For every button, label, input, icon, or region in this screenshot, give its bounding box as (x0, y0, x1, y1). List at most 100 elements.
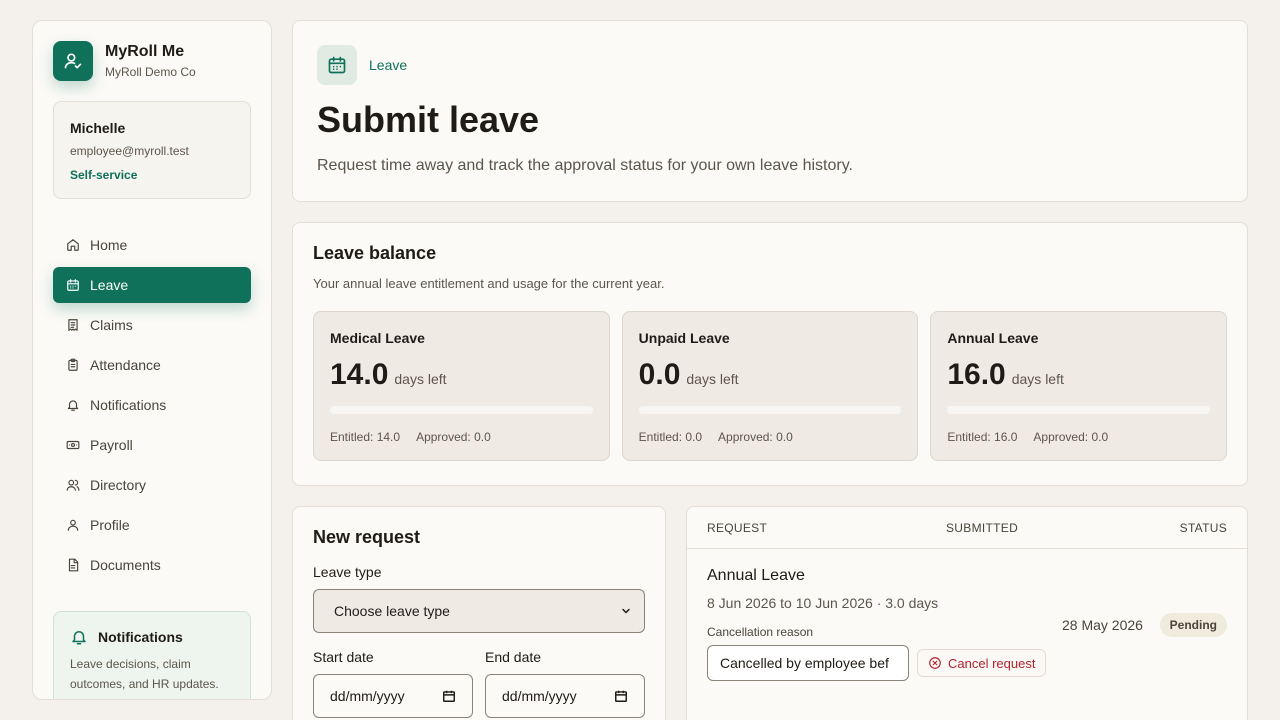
request-history-card: REQUEST SUBMITTED STATUS Annual Leave 8 … (686, 506, 1248, 720)
balance-approved: Approved: 0.0 (1033, 430, 1109, 444)
notifications-card: Notifications Leave decisions, claim out… (53, 611, 251, 699)
sidebar-item-label: Payroll (90, 437, 133, 453)
balance-unit: days left (394, 371, 447, 387)
table-row: Annual Leave 8 Jun 2026 to 10 Jun 2026 ·… (687, 549, 1247, 699)
balance-item: Unpaid Leave 0.0 days left Entitled: 0.0… (621, 311, 919, 461)
cancellation-reason-label: Cancellation reason (707, 625, 814, 639)
request-type: Annual Leave (707, 567, 805, 584)
column-submitted: SUBMITTED (946, 521, 1019, 535)
leave-type-select[interactable]: Choose leave type (313, 589, 645, 633)
section-title: Leave balance (313, 243, 437, 263)
sidebar-item-label: Notifications (90, 397, 167, 413)
balance-unit: days left (1011, 371, 1064, 387)
sidebar-item-label: Attendance (90, 357, 161, 373)
sidebar-item-label: Claims (90, 317, 133, 333)
page-title: Submit leave (317, 99, 540, 140)
document-icon (68, 558, 79, 572)
sidebar-item-attendance[interactable]: Attendance (53, 347, 251, 383)
sidebar-item-claims[interactable]: Claims (53, 307, 251, 343)
user-email: employee@myroll.test (70, 144, 189, 158)
receipt-icon (68, 319, 78, 331)
sidebar-item-label: Directory (90, 477, 147, 493)
table-header: REQUEST SUBMITTED STATUS (687, 507, 1247, 549)
breadcrumb: Leave (317, 45, 1223, 85)
end-date-label: End date (485, 649, 542, 665)
balance-value: 0.0 (638, 358, 681, 391)
calendar-icon (317, 45, 357, 85)
balance-list: Medical Leave 14.0 days left Entitled: 1… (313, 311, 1228, 461)
usage-bar (947, 406, 1211, 414)
start-date-label: Start date (313, 649, 374, 665)
calendar-icon (615, 690, 627, 702)
balance-value: 16.0 (947, 358, 1006, 391)
status-badge: Pending (1159, 613, 1227, 637)
user-name: Michelle (70, 120, 126, 136)
balance-entitled: Entitled: 14.0 (330, 430, 401, 444)
user-icon (67, 519, 79, 531)
balance-approved: Approved: 0.0 (416, 430, 491, 444)
start-date-input[interactable]: dd/mm/yyyy (313, 674, 473, 718)
date-placeholder: dd/mm/yyyy (330, 688, 405, 704)
column-request: REQUEST (707, 520, 768, 535)
notifications-card-text: Leave decisions, claim outcomes, and HR … (70, 657, 219, 691)
sidebar-item-notifications[interactable]: Notifications (53, 387, 251, 423)
balance-entitled: Entitled: 0.0 (638, 430, 703, 444)
sidebar-item-home[interactable]: Home (53, 227, 251, 263)
brand: MyRoll Me MyRoll Demo Co (53, 41, 251, 81)
usage-bar (638, 406, 902, 414)
bell-icon (72, 631, 86, 645)
sidebar-item-label: Documents (90, 557, 161, 573)
brand-name: MyRoll Me (105, 43, 185, 60)
sidebar-item-label: Home (90, 237, 128, 253)
cancellation-reason-input[interactable]: Cancelled by employee bef (707, 645, 909, 681)
submitted-date: 28 May 2026 (1062, 617, 1143, 633)
user-card: Michelle employee@myroll.test Self-servi… (53, 101, 251, 199)
bell-icon (67, 400, 79, 411)
leave-type-label: Leave type (313, 564, 382, 580)
sidebar-item-label: Profile (90, 517, 130, 533)
sidebar-item-directory[interactable]: Directory (53, 467, 251, 503)
balance-approved: Approved: 0.0 (718, 430, 793, 444)
date-placeholder: dd/mm/yyyy (502, 688, 577, 704)
sidebar-item-leave[interactable]: Leave (53, 267, 251, 303)
sidebar-item-payroll[interactable]: Payroll (53, 427, 251, 463)
notifications-card-title: Notifications (98, 629, 183, 645)
x-circle-icon (929, 657, 941, 669)
calendar-icon (443, 690, 455, 702)
breadcrumb-label: Leave (369, 57, 408, 73)
balance-name: Annual Leave (947, 330, 1039, 346)
home-icon (67, 239, 79, 251)
sidebar-nav: Home Leave Claims Attendance Notificatio… (53, 227, 251, 583)
sidebar-item-profile[interactable]: Profile (53, 507, 251, 543)
balance-item: Medical Leave 14.0 days left Entitled: 1… (313, 311, 610, 461)
new-request-card: New request Leave type Choose leave type… (292, 506, 666, 720)
usage-bar (330, 406, 593, 414)
balance-unit: days left (686, 371, 739, 387)
page-header: Leave Submit leave Request time away and… (292, 20, 1248, 202)
company-name: MyRoll Demo Co (105, 65, 196, 79)
section-subtitle: Your annual leave entitlement and usage … (313, 276, 665, 291)
leave-type-value: Choose leave type (334, 603, 450, 619)
users-icon (66, 479, 80, 491)
calendar-icon (67, 279, 79, 291)
sidebar-item-label: Leave (90, 277, 129, 293)
balance-item: Annual Leave 16.0 days left Entitled: 16… (930, 311, 1228, 461)
clipboard-icon (68, 358, 78, 371)
balance-value: 14.0 (330, 358, 389, 391)
cancel-request-button[interactable]: Cancel request (917, 649, 1047, 677)
balance-name: Medical Leave (330, 330, 425, 346)
user-role: Self-service (70, 168, 138, 182)
end-date-input[interactable]: dd/mm/yyyy (485, 674, 645, 718)
request-dates: 8 Jun 2026 to 10 Jun 2026 · 3.0 days (707, 595, 939, 611)
sidebar: MyRoll Me MyRoll Demo Co Michelle employ… (32, 20, 272, 700)
balance-name: Unpaid Leave (638, 330, 730, 346)
section-title: New request (313, 527, 421, 547)
sidebar-item-documents[interactable]: Documents (53, 547, 251, 583)
balance-entitled: Entitled: 16.0 (947, 430, 1018, 444)
chevron-down-icon (622, 608, 630, 614)
leave-balance-card: Leave balance Your annual leave entitlem… (292, 222, 1248, 486)
page-subtitle: Request time away and track the approval… (317, 157, 853, 174)
banknote-icon (66, 440, 80, 450)
cancel-request-label: Cancel request (948, 655, 1036, 671)
user-check-icon (53, 41, 93, 81)
